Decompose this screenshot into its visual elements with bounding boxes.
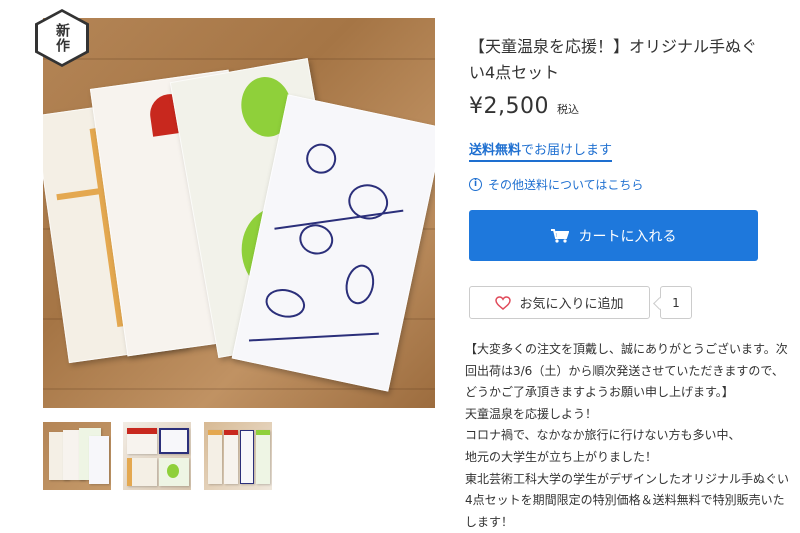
wood-grain — [43, 58, 435, 60]
favorite-count: 1 — [660, 286, 692, 319]
add-to-cart-button[interactable]: カートに入れる — [469, 210, 758, 261]
add-to-favorites-button[interactable]: お気に入りに追加 — [469, 286, 650, 319]
description-line: コロナ禍で、なかなか旅行に行けない方も多い中、 — [465, 428, 741, 443]
tax-label: 税込 — [556, 103, 579, 116]
product-thumbnail-2[interactable] — [123, 422, 191, 490]
free-shipping-label: 送料無料 — [469, 143, 522, 158]
description-line: 地元の大学生が立ち上がりました！ — [465, 449, 658, 464]
product-price: ¥2,500 — [469, 94, 549, 119]
product-title: 【天童温泉を応援！】オリジナル手ぬぐい4点セット — [469, 37, 758, 82]
other-shipping-link[interactable]: i その他送料についてはこちら — [469, 176, 643, 193]
product-thumbnail-3[interactable] — [204, 422, 272, 490]
price-row: ¥2,500 税込 — [469, 94, 579, 119]
product-thumbnail-1[interactable] — [43, 422, 111, 490]
favorite-count-value: 1 — [672, 295, 680, 310]
product-main-image[interactable] — [43, 18, 435, 408]
free-shipping-text: でお届けします — [521, 143, 613, 158]
info-icon: i — [469, 178, 482, 191]
add-to-favorites-label: お気に入りに追加 — [519, 297, 624, 312]
free-shipping-notice: 送料無料でお届けします — [469, 139, 613, 162]
description-line: 【大変多くの注文を頂戴し、誠にありがとうございます。次回出荷は3/6（土）から順… — [465, 342, 788, 400]
description-line: 天童温泉を応援しよう！ — [465, 406, 598, 421]
heart-icon — [495, 295, 512, 310]
cart-icon — [550, 228, 569, 243]
add-to-cart-label: カートに入れる — [578, 228, 677, 245]
other-shipping-label: その他送料についてはこちら — [488, 178, 644, 192]
description-line: 東北芸術工科大学の学生がデザインしたオリジナル手ぬぐい4点セットを期間限定の特別… — [465, 471, 790, 529]
product-description: 【大変多くの注文を頂戴し、誠にありがとうございます。次回出荷は3/6（土）から順… — [465, 339, 790, 533]
new-badge-label: 新作 — [54, 23, 70, 53]
